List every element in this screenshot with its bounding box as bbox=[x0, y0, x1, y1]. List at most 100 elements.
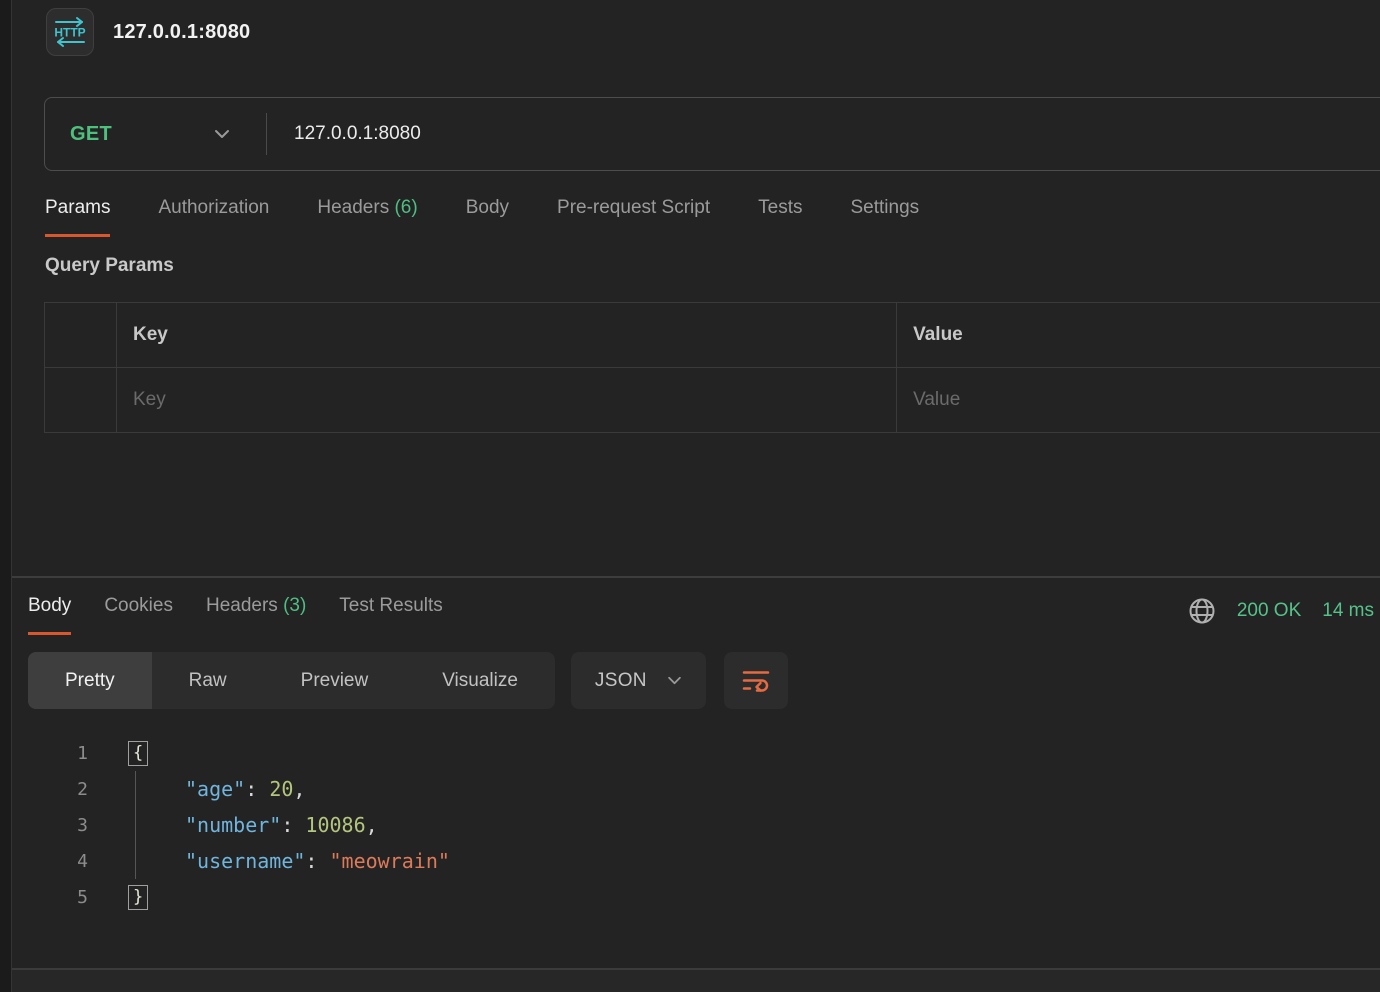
query-params-table: Key Value KeyValue bbox=[44, 302, 1380, 433]
line-content: { bbox=[128, 735, 148, 771]
tab-label: Tests bbox=[758, 197, 802, 218]
tab-label: Params bbox=[45, 197, 110, 218]
view-pill-visualize[interactable]: Visualize bbox=[405, 652, 555, 709]
globe-icon[interactable] bbox=[1188, 597, 1216, 625]
token-punct: : bbox=[245, 777, 269, 801]
view-pill-raw[interactable]: Raw bbox=[152, 652, 264, 709]
value-input[interactable]: Value bbox=[897, 368, 1380, 433]
code-line: 2 "age": 20, bbox=[12, 771, 1380, 807]
token-number: 10086 bbox=[305, 813, 365, 837]
value-column-header: Value bbox=[897, 303, 1380, 368]
indent-guide bbox=[135, 843, 136, 879]
view-mode-switch: PrettyRawPreviewVisualize bbox=[28, 652, 555, 709]
request-url-bar: GET 127.0.0.1:8080 bbox=[44, 97, 1380, 171]
token-number: 20 bbox=[269, 777, 293, 801]
token-punct: , bbox=[366, 813, 378, 837]
row-checkbox-cell[interactable] bbox=[45, 368, 117, 433]
checkbox-column-header bbox=[45, 303, 117, 368]
line-number: 4 bbox=[12, 851, 88, 872]
line-number: 5 bbox=[12, 887, 88, 908]
token-punct: : bbox=[305, 849, 329, 873]
tab-params[interactable]: Params bbox=[45, 197, 110, 237]
indent-guide bbox=[135, 807, 136, 843]
wrap-text-button[interactable] bbox=[724, 652, 788, 709]
tab-authorization[interactable]: Authorization bbox=[158, 197, 269, 237]
method-label: GET bbox=[70, 123, 112, 146]
token-key: "username" bbox=[185, 849, 305, 873]
response-tab-body[interactable]: Body bbox=[28, 595, 71, 635]
request-panel: HTTP 127.0.0.1:8080 GET 127.0.0.1:8080 P… bbox=[12, 0, 1380, 576]
format-label: JSON bbox=[595, 670, 647, 692]
value-placeholder: Value bbox=[913, 389, 960, 410]
line-number: 3 bbox=[12, 815, 88, 836]
table-row: Key Value bbox=[45, 368, 1380, 433]
token-punct: : bbox=[281, 813, 305, 837]
response-meta: 200 OK 14 ms bbox=[1188, 595, 1374, 625]
line-content: "age": 20, bbox=[128, 771, 305, 807]
tab-headers[interactable]: Headers (6) bbox=[317, 197, 417, 237]
tab-label: Body bbox=[466, 197, 509, 218]
tab-label: Headers bbox=[317, 197, 389, 218]
line-content: "username": "meowrain" bbox=[128, 843, 450, 879]
tab-label: Headers bbox=[206, 595, 278, 616]
chevron-down-icon bbox=[214, 129, 230, 139]
token-brace[interactable]: } bbox=[128, 885, 148, 910]
tab-label: Body bbox=[28, 595, 71, 616]
line-content: } bbox=[128, 879, 148, 915]
tab-tests[interactable]: Tests bbox=[758, 197, 802, 237]
key-input[interactable]: Key bbox=[117, 368, 897, 433]
title-row: HTTP 127.0.0.1:8080 bbox=[46, 8, 1380, 56]
token-punct: , bbox=[293, 777, 305, 801]
tab-label: Authorization bbox=[158, 197, 269, 218]
response-header: Body Cookies Headers (3) Test Results 200 O… bbox=[12, 578, 1380, 635]
token-key: "number" bbox=[185, 813, 281, 837]
tab-label: Pre-request Script bbox=[557, 197, 710, 218]
token-brace[interactable]: { bbox=[128, 741, 148, 766]
table-header-row: Key Value bbox=[45, 303, 1380, 368]
line-number: 2 bbox=[12, 779, 88, 800]
tab-pre-request-script[interactable]: Pre-request Script bbox=[557, 197, 710, 237]
code-line: 5} bbox=[12, 879, 1380, 915]
line-content: "number": 10086, bbox=[128, 807, 378, 843]
response-view-row: PrettyRawPreviewVisualize JSON bbox=[28, 652, 1380, 709]
key-placeholder: Key bbox=[133, 389, 166, 410]
response-panel: Body Cookies Headers (3) Test Results 200 O… bbox=[12, 576, 1380, 964]
token-key: "age" bbox=[185, 777, 245, 801]
page-title: 127.0.0.1:8080 bbox=[113, 21, 250, 44]
key-column-header: Key bbox=[117, 303, 897, 368]
status-badge: 200 OK bbox=[1237, 600, 1301, 622]
request-tabs: Params Authorization Headers (6) Body Pre-re… bbox=[45, 197, 1380, 237]
tab-body[interactable]: Body bbox=[466, 197, 509, 237]
response-time: 14 ms bbox=[1322, 600, 1374, 622]
tab-settings[interactable]: Settings bbox=[851, 197, 920, 237]
line-number: 1 bbox=[12, 743, 88, 764]
tab-label: Settings bbox=[851, 197, 920, 218]
code-line: 4 "username": "meowrain" bbox=[12, 843, 1380, 879]
response-tab-headers[interactable]: Headers (3) bbox=[206, 595, 306, 635]
code-line: 1{ bbox=[12, 735, 1380, 771]
response-body-code[interactable]: 1{2"age": 20,3"number": 10086,4"username… bbox=[12, 735, 1380, 915]
status-bar bbox=[12, 968, 1380, 992]
request-window: HTTP 127.0.0.1:8080 GET 127.0.0.1:8080 P… bbox=[11, 0, 1380, 992]
tab-count-badge: (6) bbox=[389, 197, 418, 218]
response-tab-test-results[interactable]: Test Results bbox=[339, 595, 442, 635]
view-pill-preview[interactable]: Preview bbox=[264, 652, 406, 709]
format-dropdown[interactable]: JSON bbox=[571, 652, 706, 709]
url-input[interactable]: 127.0.0.1:8080 bbox=[267, 123, 421, 145]
method-selector[interactable]: GET bbox=[45, 123, 266, 146]
indent-guide bbox=[135, 771, 136, 807]
response-tab-cookies[interactable]: Cookies bbox=[104, 595, 173, 635]
token-string: "meowrain" bbox=[330, 849, 450, 873]
chevron-down-icon bbox=[667, 676, 682, 685]
query-params-title: Query Params bbox=[45, 255, 1380, 277]
view-pill-pretty[interactable]: Pretty bbox=[28, 652, 152, 709]
tab-label: Test Results bbox=[339, 595, 442, 616]
svg-text:HTTP: HTTP bbox=[54, 26, 85, 40]
http-icon-glyph: HTTP bbox=[51, 13, 89, 51]
http-method-icon: HTTP bbox=[46, 8, 94, 56]
code-line: 3 "number": 10086, bbox=[12, 807, 1380, 843]
response-tabs: Body Cookies Headers (3) Test Results bbox=[28, 595, 443, 635]
tab-count-badge: (3) bbox=[278, 595, 307, 616]
tab-label: Cookies bbox=[104, 595, 173, 616]
wrap-text-icon bbox=[741, 668, 771, 694]
